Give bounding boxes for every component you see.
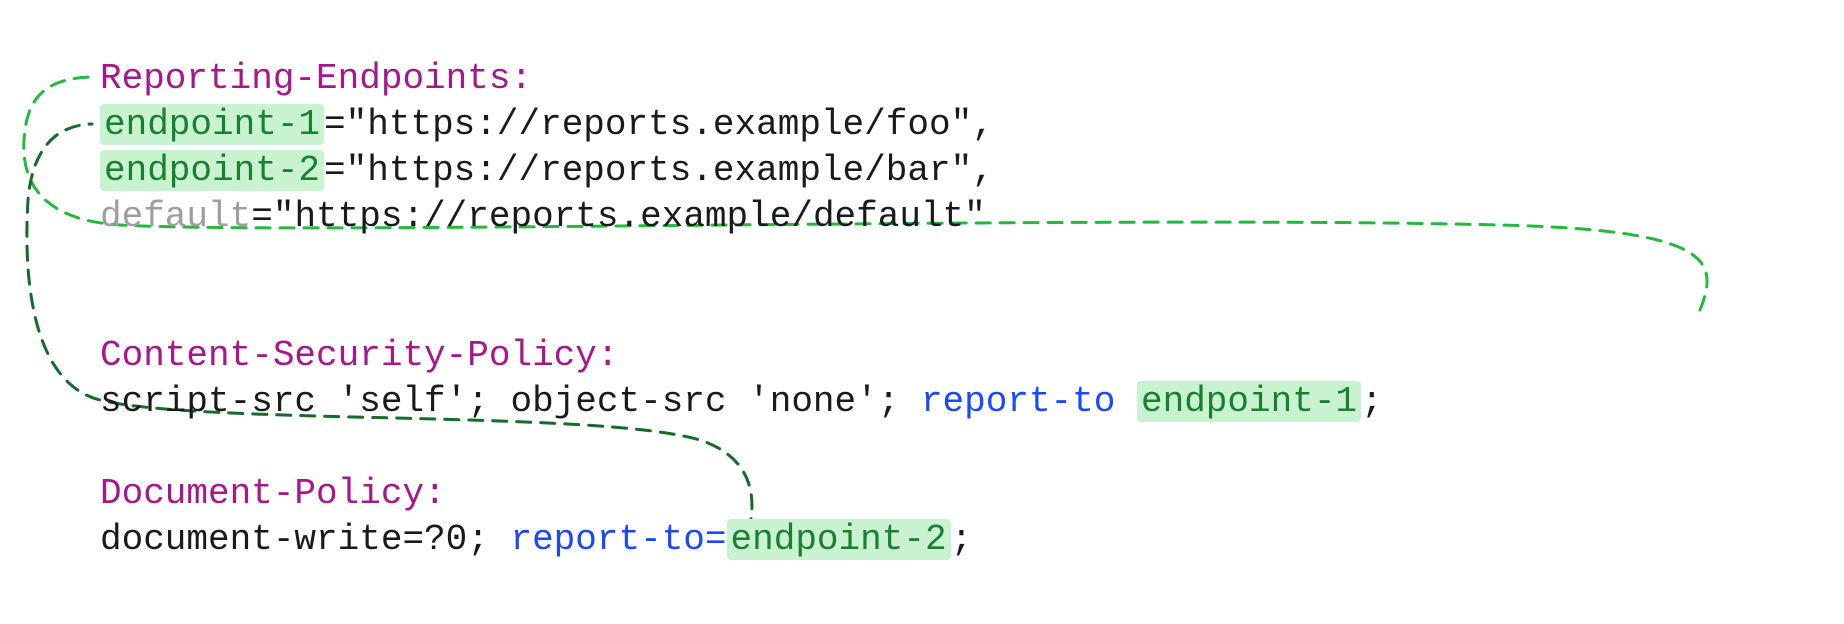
header-doc-policy: Document-Policy: [100,473,446,514]
endpoint-1-name: endpoint-1 [100,104,324,145]
endpoint-default-eq: =" [251,196,294,237]
csp-report-to-keyword: report-to [921,381,1115,422]
csp-sep [1115,381,1137,422]
endpoint-2-name: endpoint-2 [100,150,324,191]
docpolicy-endpoint-ref: endpoint-2 [727,519,951,560]
endpoint-default-url: https://reports.example/default [294,196,964,237]
endpoint-1-close: " [951,104,973,145]
endpoint-1-url: https://reports.example/foo [367,104,950,145]
endpoint-2-trailing: , [972,150,994,191]
csp-trailing: ; [1361,381,1383,422]
docpolicy-directives: document-write=?0; [100,519,510,560]
docpolicy-trailing: ; [951,519,973,560]
endpoint-default-name: default [100,196,251,237]
endpoint-2-url: https://reports.example/bar [367,150,950,191]
csp-directives: script-src 'self'; object-src 'none'; [100,381,921,422]
endpoint-default-close: " [964,196,986,237]
endpoint-1-eq: =" [324,104,367,145]
endpoint-2-close: " [951,150,973,191]
header-csp: Content-Security-Policy: [100,335,618,376]
code-block: Reporting-Endpoints: endpoint-1="https:/… [100,10,1383,563]
csp-endpoint-ref: endpoint-1 [1137,381,1361,422]
docpolicy-report-to-keyword: report-to= [510,519,726,560]
endpoint-1-trailing: , [972,104,994,145]
header-reporting-endpoints: Reporting-Endpoints: [100,58,532,99]
endpoint-2-eq: =" [324,150,367,191]
